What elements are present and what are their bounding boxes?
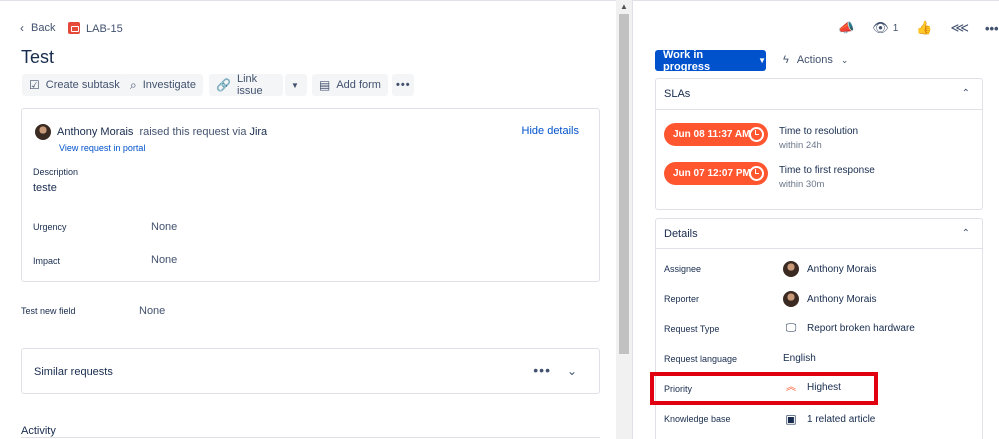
more-actions-button[interactable]: ••• (392, 74, 414, 96)
scrollbar-thumb[interactable] (619, 14, 629, 354)
chevron-down-icon: ⌄ (840, 54, 849, 65)
watch-icon[interactable]: 👁 (872, 20, 889, 36)
add-form-button[interactable]: ▤ Add form (312, 74, 388, 96)
slas-header[interactable]: SLAs ⌃ (656, 79, 982, 110)
assignee-value[interactable]: Anthony Morais (783, 261, 876, 277)
avatar[interactable] (35, 124, 51, 140)
issue-key-link[interactable]: LAB-15 (86, 23, 123, 35)
subtask-icon: ☑ (29, 78, 40, 92)
share-icon[interactable]: ⋘ (950, 20, 969, 36)
sla-goal: within 24h (779, 140, 822, 151)
urgency-value[interactable]: None (151, 221, 177, 233)
similar-requests-panel[interactable]: Similar requests ••• ⌄ (21, 348, 600, 394)
monitor-icon: 🖵 (785, 322, 797, 334)
sla-name: Time to first response (779, 165, 875, 176)
issue-type-icon (68, 22, 80, 34)
status-label: Work in progress (663, 48, 711, 73)
knowledge-base-label: Knowledge base (664, 414, 731, 424)
slas-panel: SLAs ⌃ Jun 08 11:37 AM Time to resolutio… (655, 78, 983, 210)
more-icon[interactable]: ••• (533, 362, 551, 378)
request-type-label: Request Type (664, 324, 720, 334)
chevron-up-icon[interactable]: ⌃ (962, 228, 970, 239)
priority-highlight-box (650, 372, 878, 405)
knowledge-base-value[interactable]: ▣ 1 related article (783, 412, 875, 426)
impact-label: Impact (33, 256, 61, 266)
request-language-label: Request language (664, 354, 738, 364)
create-subtask-label: Create subtask (45, 79, 120, 91)
more-icon[interactable]: ••• (985, 21, 999, 36)
create-subtask-button[interactable]: ☑ Create subtask (22, 74, 127, 96)
description-value[interactable]: teste (33, 182, 57, 194)
clock-icon (749, 166, 764, 181)
request-details-card: Anthony Morais raised this request via J… (21, 108, 600, 282)
reporter-name: Anthony Morais (807, 293, 877, 305)
link-issue-dropdown[interactable]: ▼ (285, 74, 307, 96)
scroll-up-icon[interactable]: ▲ (619, 3, 629, 11)
issue-main-pane: ‹ Back LAB-15 Test ☑ Create subtask ⌕ In… (0, 0, 616, 439)
description-label: Description (33, 167, 79, 177)
link-issue-button[interactable]: 🔗 Link issue (209, 73, 283, 97)
view-in-portal-link[interactable]: View request in portal (59, 143, 145, 153)
more-icon: ••• (396, 79, 411, 91)
activity-heading: Activity (21, 425, 56, 437)
article-icon: ▣ (785, 412, 797, 426)
issue-actions-bar: 📣 👁 1 👍 ⋘ ••• (838, 20, 999, 36)
lightning-icon: ϟ (783, 54, 789, 66)
status-button[interactable]: Work in progress ▼ (655, 48, 766, 73)
language-name: English (783, 353, 816, 364)
link-issue-label: Link issue (236, 73, 263, 97)
test-new-field-value[interactable]: None (139, 305, 165, 317)
watchers-count[interactable]: 1 (893, 23, 899, 34)
knowledge-base-text: 1 related article (807, 413, 876, 425)
chevron-down-icon[interactable]: ⌄ (567, 364, 577, 378)
link-icon: 🔗 (216, 78, 231, 92)
reporter-name[interactable]: Anthony Morais (57, 126, 133, 138)
slas-title: SLAs (664, 88, 691, 100)
chevron-down-icon: ▼ (758, 56, 766, 65)
similar-requests-label: Similar requests (34, 366, 113, 378)
details-header[interactable]: Details ⌃ (656, 219, 982, 249)
assignee-name: Anthony Morais (807, 263, 877, 275)
test-new-field-label: Test new field (21, 306, 76, 316)
actions-button[interactable]: ϟ Actions ⌄ (783, 54, 848, 66)
chevron-down-icon: ▼ (291, 80, 299, 90)
avatar (783, 291, 799, 307)
clock-icon (749, 127, 764, 142)
back-button[interactable]: ‹ Back (20, 21, 55, 35)
sla-name: Time to resolution (779, 126, 859, 137)
feedback-icon[interactable]: 📣 (838, 20, 854, 36)
reporter-line: Anthony Morais raised this request via J… (35, 124, 267, 140)
investigate-label: Investigate (142, 79, 196, 91)
chevron-up-icon[interactable]: ⌃ (962, 88, 970, 99)
actions-label: Actions (796, 54, 833, 66)
form-icon: ▤ (319, 78, 331, 92)
impact-value[interactable]: None (151, 254, 177, 266)
reporter-value[interactable]: Anthony Morais (783, 291, 876, 307)
sla-time: Jun 07 12:07 PM (673, 168, 751, 179)
hide-details-link[interactable]: Hide details (522, 125, 579, 137)
chevron-left-icon: ‹ (20, 21, 24, 35)
add-form-label: Add form (336, 79, 381, 91)
request-type-value[interactable]: 🖵 Report broken hardware (783, 322, 915, 335)
like-icon[interactable]: 👍 (916, 20, 932, 36)
details-title: Details (664, 227, 698, 240)
raised-text: raised this request via (139, 126, 247, 138)
details-panel: Details ⌃ Assignee Anthony Morais Report… (655, 218, 983, 439)
sla-goal: within 30m (779, 179, 825, 190)
request-language-value[interactable]: English (783, 353, 816, 364)
avatar (783, 261, 799, 277)
search-icon: ⌕ (130, 77, 137, 92)
assignee-label: Assignee (664, 264, 702, 274)
reporter-label: Reporter (664, 294, 700, 304)
issue-title[interactable]: Test (21, 47, 54, 68)
divider (21, 437, 600, 438)
request-type-name: Report broken hardware (807, 323, 915, 334)
channel-name: Jira (249, 126, 268, 138)
sla-time-pill: Jun 08 11:37 AM (664, 123, 768, 146)
urgency-label: Urgency (33, 222, 67, 232)
sla-time-pill: Jun 07 12:07 PM (664, 162, 768, 185)
investigate-button[interactable]: ⌕ Investigate (123, 74, 203, 96)
back-label: Back (31, 22, 56, 34)
sla-time: Jun 08 11:37 AM (673, 129, 751, 140)
